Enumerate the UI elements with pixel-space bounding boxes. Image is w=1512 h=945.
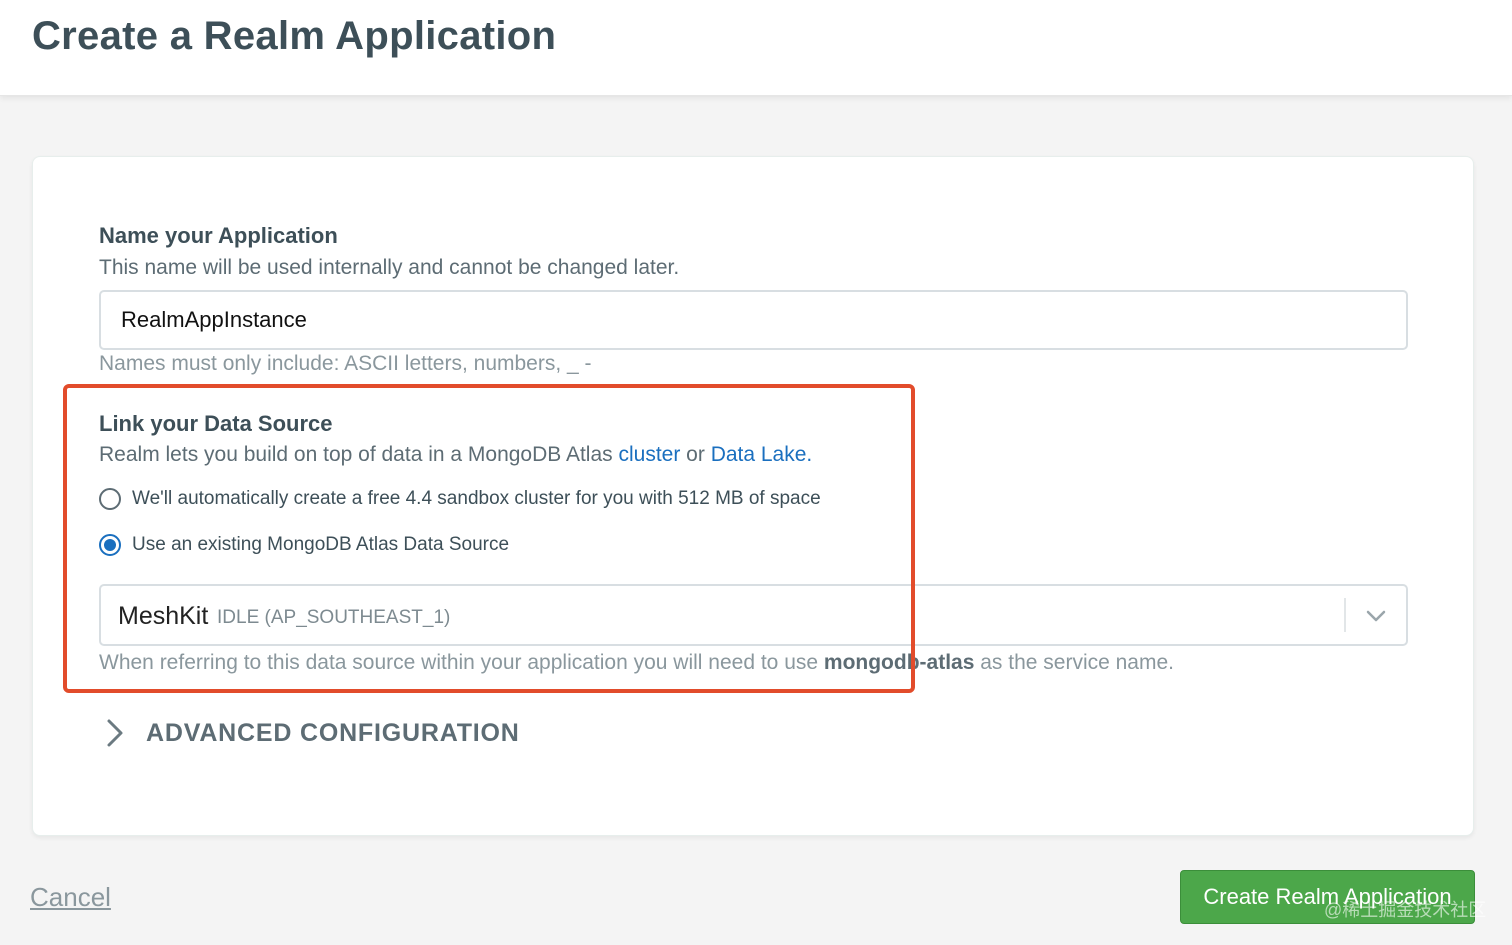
selected-source-name: MeshKit — [118, 602, 209, 630]
data-lake-link[interactable]: Data Lake — [711, 443, 807, 466]
app-name-input[interactable] — [99, 290, 1408, 350]
cluster-link[interactable]: cluster — [618, 443, 680, 466]
selected-source-status: IDLE (AP_SOUTHEAST_1) — [217, 607, 451, 628]
create-app-form-card: Name your Application This name will be … — [32, 156, 1474, 836]
cancel-link[interactable]: Cancel — [30, 882, 111, 913]
advanced-configuration-toggle[interactable]: ADVANCED CONFIGURATION — [103, 717, 520, 749]
select-divider — [1344, 598, 1346, 632]
radio-existing-source[interactable]: Use an existing MongoDB Atlas Data Sourc… — [99, 534, 509, 556]
data-source-section-title: Link your Data Source — [99, 411, 333, 436]
radio-sandbox-label: We'll automatically create a free 4.4 sa… — [132, 488, 821, 509]
service-name-hint: When referring to this data source withi… — [99, 651, 1174, 674]
radio-checked-icon[interactable] — [99, 534, 121, 556]
chevron-right-icon[interactable] — [103, 717, 127, 749]
page-title: Create a Realm Application — [32, 14, 557, 58]
page-header: Create a Realm Application — [0, 0, 1512, 96]
advanced-configuration-label: ADVANCED CONFIGURATION — [146, 718, 520, 747]
chevron-down-icon[interactable] — [1364, 604, 1388, 628]
name-section-description: This name will be used internally and ca… — [99, 256, 680, 279]
name-section-title: Name your Application — [99, 223, 338, 248]
name-hint: Names must only include: ASCII letters, … — [99, 352, 592, 375]
create-realm-application-button[interactable]: Create Realm Application — [1180, 870, 1475, 924]
data-source-description: Realm lets you build on top of data in a… — [99, 443, 813, 466]
radio-sandbox-cluster[interactable]: We'll automatically create a free 4.4 sa… — [99, 488, 821, 510]
data-source-select[interactable]: MeshKit IDLE (AP_SOUTHEAST_1) — [99, 584, 1408, 646]
radio-existing-label: Use an existing MongoDB Atlas Data Sourc… — [132, 534, 510, 555]
radio-unchecked-icon[interactable] — [99, 488, 121, 510]
service-name: mongodb-atlas — [823, 651, 975, 674]
